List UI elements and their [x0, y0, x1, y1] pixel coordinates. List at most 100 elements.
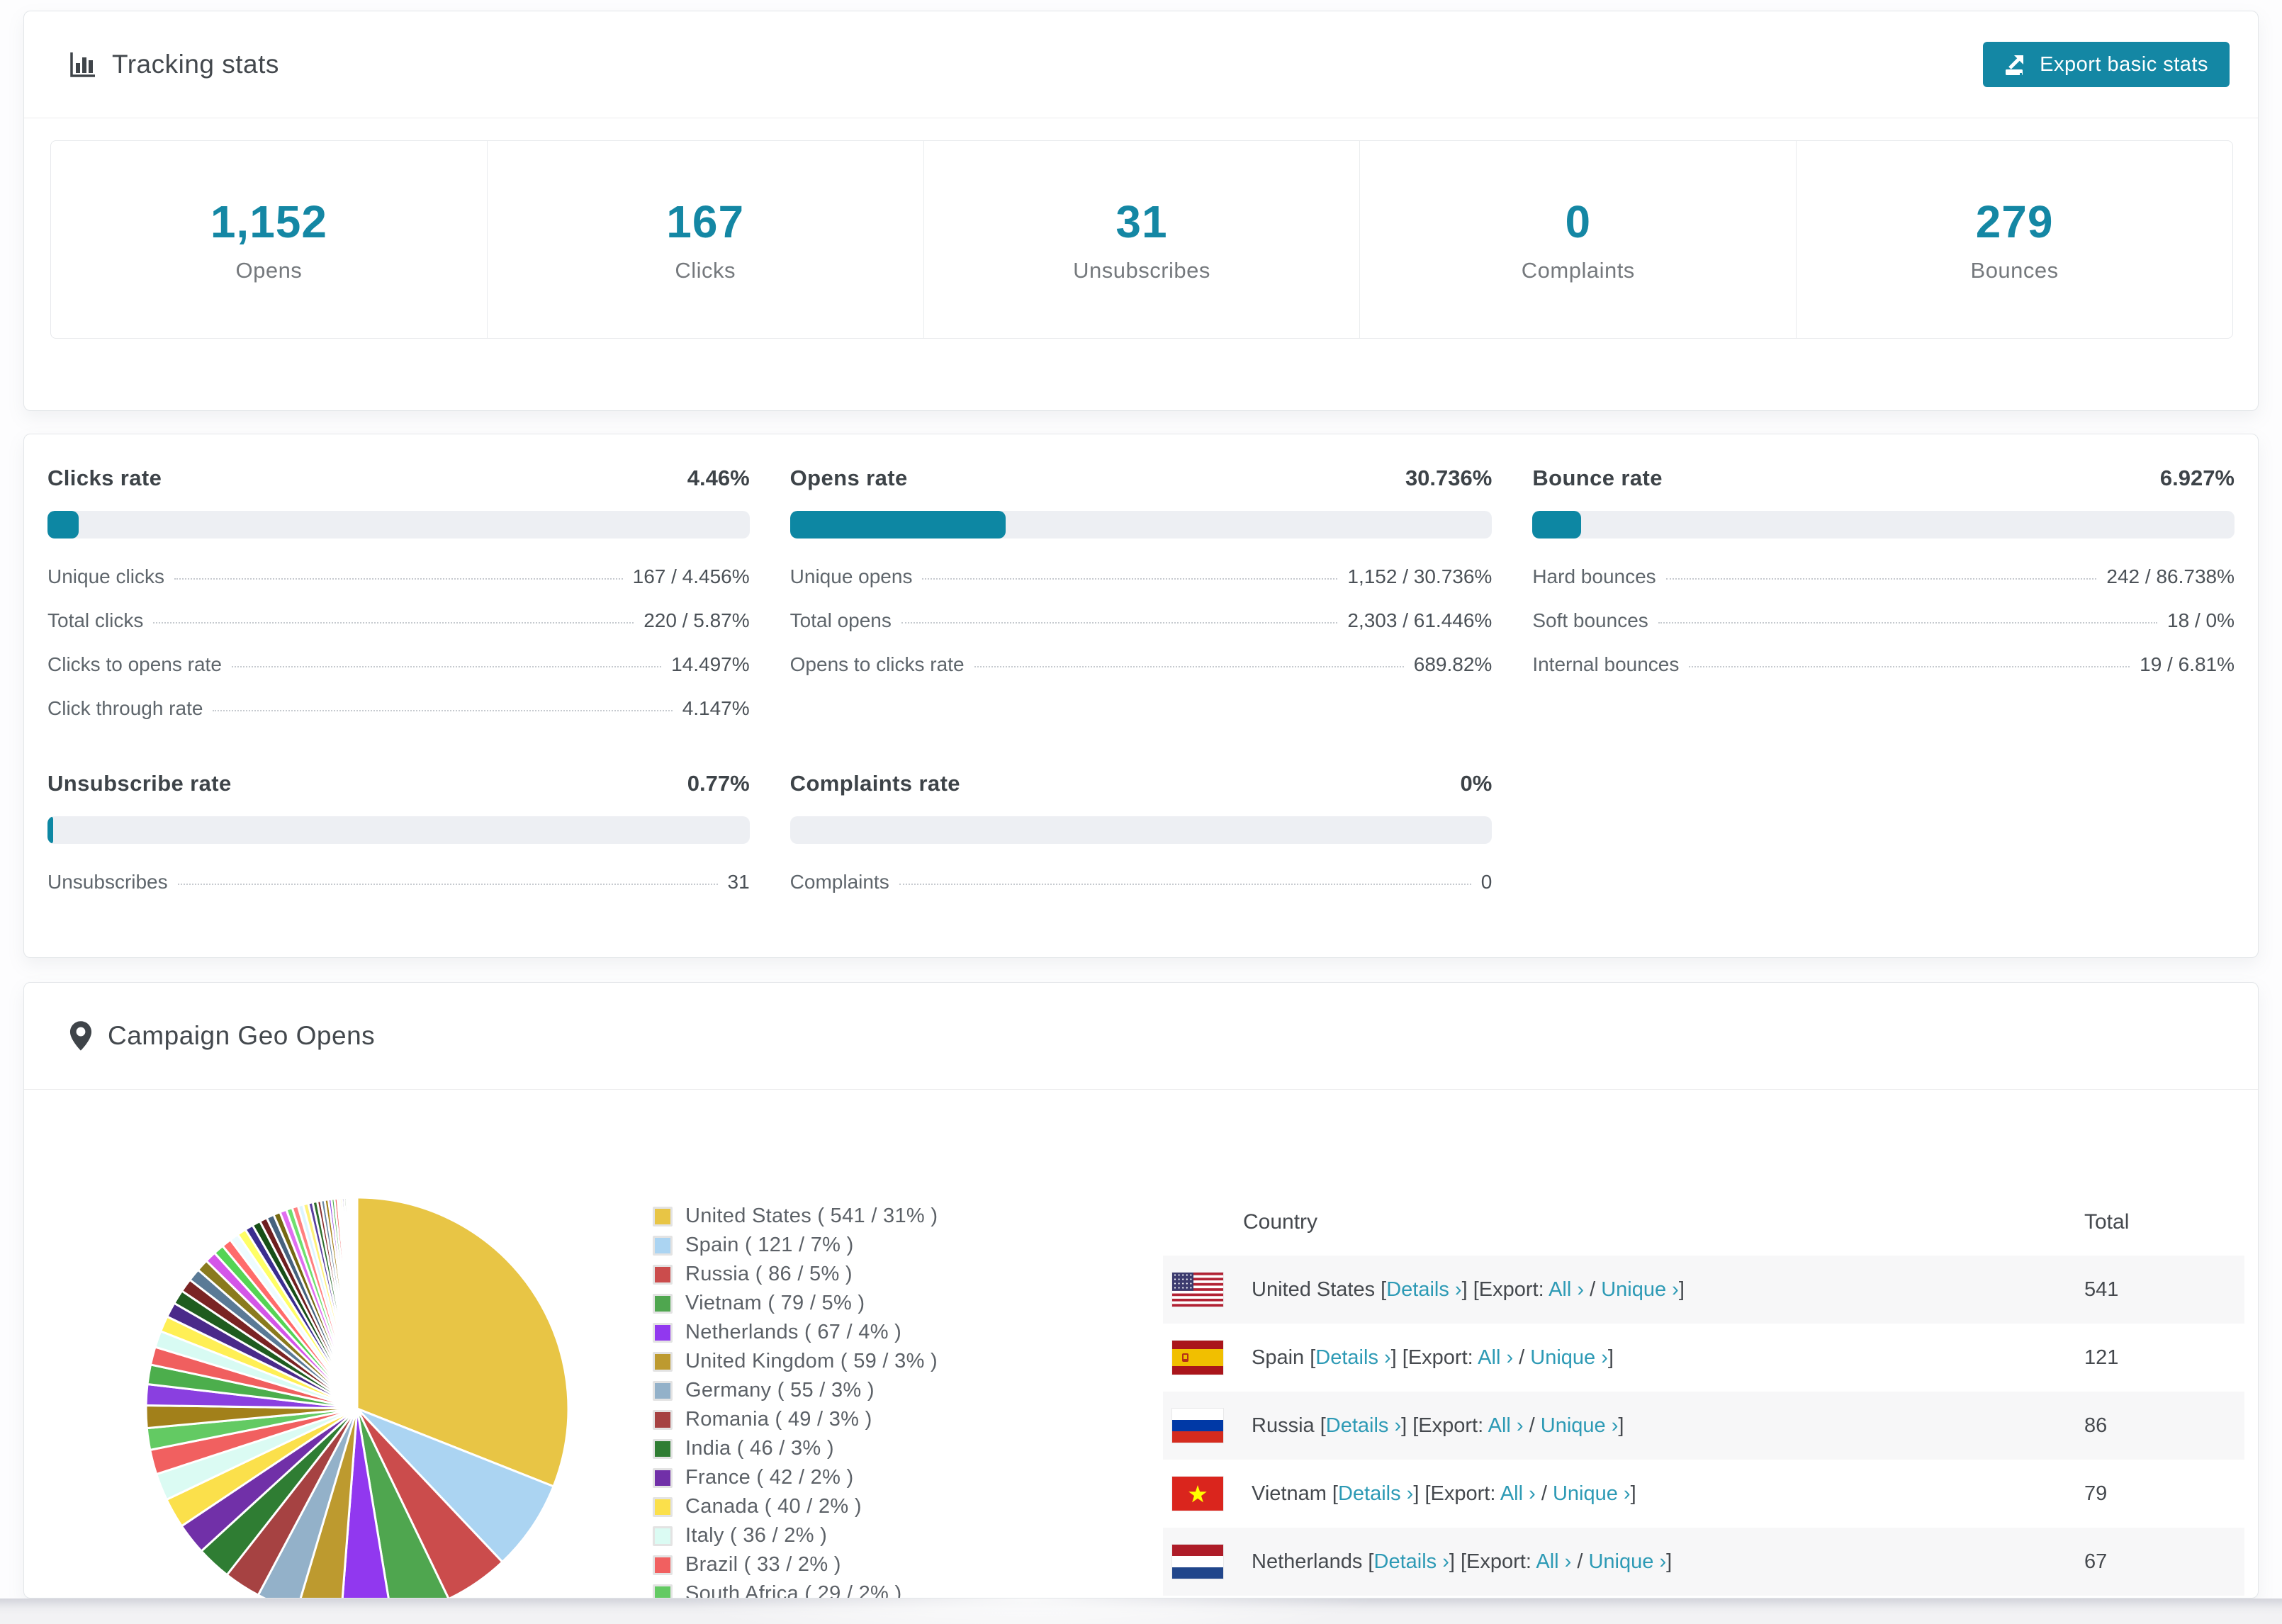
rates-grid: Clicks rate 4.46% Unique clicks 167 / 4.456…	[24, 434, 2258, 922]
legend-item-south-africa[interactable]: South Africa ( 29 / 2% )	[653, 1579, 938, 1598]
legend-item-germany[interactable]: Germany ( 55 / 3% )	[653, 1376, 938, 1405]
country-links-text: Spain [Details ›] [Export: All › / Uniqu…	[1252, 1346, 1614, 1369]
export-unique-link[interactable]: Unique ›	[1541, 1414, 1619, 1437]
table-row-netherlands: Netherlands [Details ›] [Export: All › /…	[1163, 1528, 2244, 1596]
page-bottom-strip	[0, 1598, 2282, 1624]
pie-slice[interactable]	[355, 1196, 359, 1410]
detail-value: 14.497%	[671, 653, 750, 675]
rate-title: Unsubscribe rate	[47, 771, 232, 796]
page-title: Tracking stats	[112, 50, 279, 79]
legend-item-united-kingdom[interactable]: United Kingdom ( 59 / 3% )	[653, 1347, 938, 1376]
stat-label: Opens	[235, 258, 303, 283]
details-link[interactable]: Details ›	[1338, 1482, 1413, 1505]
legend-swatch	[653, 1351, 673, 1372]
detail-value: 19 / 6.81%	[2140, 653, 2235, 675]
legend-swatch	[653, 1235, 673, 1256]
export-unique-link[interactable]: Unique ›	[1553, 1482, 1631, 1505]
rate-progress-bar	[47, 511, 750, 538]
legend-item-russia[interactable]: Russia ( 86 / 5% )	[653, 1260, 938, 1289]
table-header-row: Country Total	[1163, 1189, 2244, 1256]
legend-item-romania[interactable]: Romania ( 49 / 3% )	[653, 1405, 938, 1434]
legend-item-brazil[interactable]: Brazil ( 33 / 2% )	[653, 1550, 938, 1579]
stat-cell-bounces: 279 Bounces	[1797, 141, 2232, 338]
export-all-link[interactable]: All ›	[1488, 1414, 1524, 1437]
stat-value: 279	[1975, 196, 2054, 247]
dotted-leader	[231, 666, 662, 667]
legend-swatch	[653, 1293, 673, 1314]
dotted-leader	[899, 884, 1471, 885]
rate-value: 4.46%	[687, 466, 750, 490]
export-all-link[interactable]: All ›	[1500, 1482, 1536, 1505]
table-row-spain: Spain [Details ›] [Export: All › / Uniqu…	[1163, 1324, 2244, 1392]
detail-label: Hard bounces	[1532, 565, 1656, 587]
ru-flag-icon	[1172, 1409, 1223, 1443]
rate-progress-bar	[789, 816, 1493, 844]
legend-item-canada[interactable]: Canada ( 40 / 2% )	[653, 1492, 938, 1521]
export-all-link[interactable]: All ›	[1536, 1550, 1571, 1573]
table-row-vietnam: Vietnam [Details ›] [Export: All › / Uni…	[1163, 1460, 2244, 1528]
export-basic-stats-button[interactable]: Export basic stats	[1983, 42, 2230, 87]
detail-label: Soft bounces	[1532, 609, 1648, 631]
rate-detail-row: Soft bounces 18 / 0%	[1532, 609, 2235, 632]
legend-label: Romania ( 49 / 3% )	[685, 1408, 872, 1431]
rate-value: 6.927%	[2159, 466, 2235, 490]
detail-value: 31	[727, 871, 750, 893]
stat-label: Clicks	[675, 258, 736, 283]
export-all-link[interactable]: All ›	[1548, 1278, 1584, 1301]
detail-label: Internal bounces	[1532, 653, 1680, 675]
legend-label: Canada ( 40 / 2% )	[685, 1495, 862, 1518]
legend-swatch	[653, 1206, 673, 1227]
stat-cell-clicks: 167 Clicks	[488, 141, 924, 338]
legend-swatch	[653, 1380, 673, 1401]
dotted-leader	[213, 710, 673, 711]
total-cell: 121	[2084, 1346, 2119, 1369]
details-link[interactable]: Details ›	[1374, 1550, 1449, 1573]
detail-label: Unsubscribes	[47, 871, 168, 893]
legend-item-netherlands[interactable]: Netherlands ( 67 / 4% )	[653, 1318, 938, 1347]
legend-label: United Kingdom ( 59 / 3% )	[685, 1350, 938, 1372]
legend-label: Russia ( 86 / 5% )	[685, 1263, 853, 1285]
details-link[interactable]: Details ›	[1386, 1278, 1461, 1301]
geo-header: Campaign Geo Opens	[24, 983, 2258, 1090]
legend-item-spain[interactable]: Spain ( 121 / 7% )	[653, 1231, 938, 1260]
legend-item-india[interactable]: India ( 46 / 3% )	[653, 1434, 938, 1463]
details-link[interactable]: Details ›	[1326, 1414, 1401, 1437]
detail-value: 2,303 / 61.446%	[1347, 609, 1493, 631]
legend-item-france[interactable]: France ( 42 / 2% )	[653, 1463, 938, 1492]
legend-swatch	[653, 1467, 673, 1488]
rate-value: 0%	[1460, 771, 1493, 796]
legend-item-united-states[interactable]: United States ( 541 / 31% )	[653, 1202, 938, 1231]
detail-label: Opens to clicks rate	[789, 653, 965, 675]
rate-progress-bar	[47, 816, 750, 844]
rate-block-opens-rate: Opens rate 30.736% Unique opens 1,152 / 30.…	[789, 466, 1493, 720]
export-unique-link[interactable]: Unique ›	[1601, 1278, 1679, 1301]
export-unique-link[interactable]: Unique ›	[1588, 1550, 1666, 1573]
legend-label: Italy ( 36 / 2% )	[685, 1524, 828, 1547]
legend-label: Brazil ( 33 / 2% )	[685, 1553, 841, 1576]
details-link[interactable]: Details ›	[1315, 1346, 1390, 1369]
detail-label: Unique clicks	[47, 565, 164, 587]
detail-value: 689.82%	[1413, 653, 1493, 675]
export-unique-link[interactable]: Unique ›	[1530, 1346, 1608, 1369]
stat-label: Unsubscribes	[1073, 258, 1210, 283]
detail-value: 4.147%	[682, 697, 750, 719]
vn-flag-icon	[1172, 1477, 1223, 1511]
legend-swatch	[653, 1496, 673, 1517]
rate-detail-row: Opens to clicks rate 689.82%	[790, 653, 1493, 676]
legend-item-vietnam[interactable]: Vietnam ( 79 / 5% )	[653, 1289, 938, 1318]
campaign-geo-opens-card: Campaign Geo Opens United States ( 541 /…	[23, 982, 2259, 1598]
legend-swatch	[653, 1264, 673, 1285]
rates-card: Clicks rate 4.46% Unique clicks 167 / 4.456…	[23, 434, 2259, 958]
table-row-russia: Russia [Details ›] [Export: All › / Uniq…	[1163, 1392, 2244, 1460]
legend-item-italy[interactable]: Italy ( 36 / 2% )	[653, 1521, 938, 1550]
rate-value: 30.736%	[1405, 466, 1493, 490]
rate-value: 0.77%	[687, 771, 750, 796]
export-all-link[interactable]: All ›	[1478, 1346, 1513, 1369]
country-cell: Spain [Details ›] [Export: All › / Uniqu…	[1163, 1341, 2084, 1375]
rate-title: Bounce rate	[1532, 466, 1663, 490]
rate-detail-row: Click through rate 4.147%	[47, 697, 750, 720]
dotted-leader	[1689, 666, 2130, 667]
summary-stats-box: 1,152 Opens 167 Clicks 31 Unsubscribes 0 Compla…	[50, 140, 2233, 339]
country-cell: United States [Details ›] [Export: All ›…	[1163, 1273, 2084, 1307]
stat-cell-unsubscribes: 31 Unsubscribes	[924, 141, 1361, 338]
